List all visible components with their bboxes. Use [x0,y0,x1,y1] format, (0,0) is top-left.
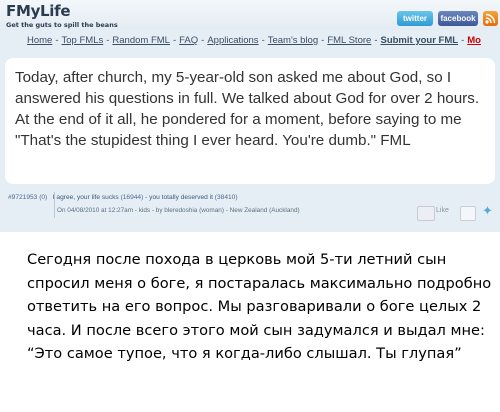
post-date-line: On 04/08/2010 at 12:27am - kids - by ble… [57,207,198,214]
nav-submit-fml[interactable]: Submit your FML [380,35,458,46]
post-meta-votes: #9721953 (0) I agree, your life sucks (1… [8,194,238,201]
top-nav: Home - Top FMLs - Random FML - FAQ - Application… [27,35,481,46]
like-button-label[interactable]: Like [436,207,449,214]
author-region: (Auckland) [269,207,300,214]
rss-icon[interactable] [483,11,498,26]
site-header: FMyLife Get the guts to spill the beans … [0,0,500,30]
post-card: Today, after church, my 5-year-old son a… [5,58,495,184]
agree-count: (16944) [120,194,144,201]
nav-teams-blog[interactable]: Team's blog [268,35,318,46]
deserved-link[interactable]: you totally deserved it [149,194,213,201]
nav-applications[interactable]: Applications [207,35,258,46]
site-logo[interactable]: FMyLife [6,2,71,20]
author-location: - New Zealand [223,207,268,214]
nav-fml-store[interactable]: FML Store [327,35,371,46]
deserved-count: (38410) [214,194,238,201]
twitter-button[interactable]: twitter [397,11,433,26]
post-id-count: (0) [39,194,48,201]
nav-random-fml[interactable]: Random FML [112,35,170,46]
share-icon[interactable] [460,206,476,221]
agree-link[interactable]: I agree, your life sucks [53,194,119,201]
fml-screenshot: FMyLife Get the guts to spill the beans … [0,0,500,232]
nav-faq[interactable]: FAQ [179,35,198,46]
russian-translation: Сегодня после похода в церковь мой 5-ти … [27,251,492,362]
nav-top-fmls[interactable]: Top FMLs [62,35,104,46]
like-thumb-icon[interactable] [417,206,435,221]
post-meta-info: On 04/08/2010 at 12:27am - kids - by ble… [57,207,300,214]
facebook-button[interactable]: facebook [438,11,478,26]
twitter-bird-icon[interactable]: ✦ [482,204,493,219]
post-text: Today, after church, my 5-year-old son a… [15,69,480,149]
site-tagline: Get the guts to spill the beans [6,21,118,29]
nav-home[interactable]: Home [27,35,52,46]
meta-divider [54,192,55,218]
author-gender: (woman) [199,207,224,214]
post-id[interactable]: #9721953 [8,194,37,201]
nav-more[interactable]: Mo [467,35,481,46]
